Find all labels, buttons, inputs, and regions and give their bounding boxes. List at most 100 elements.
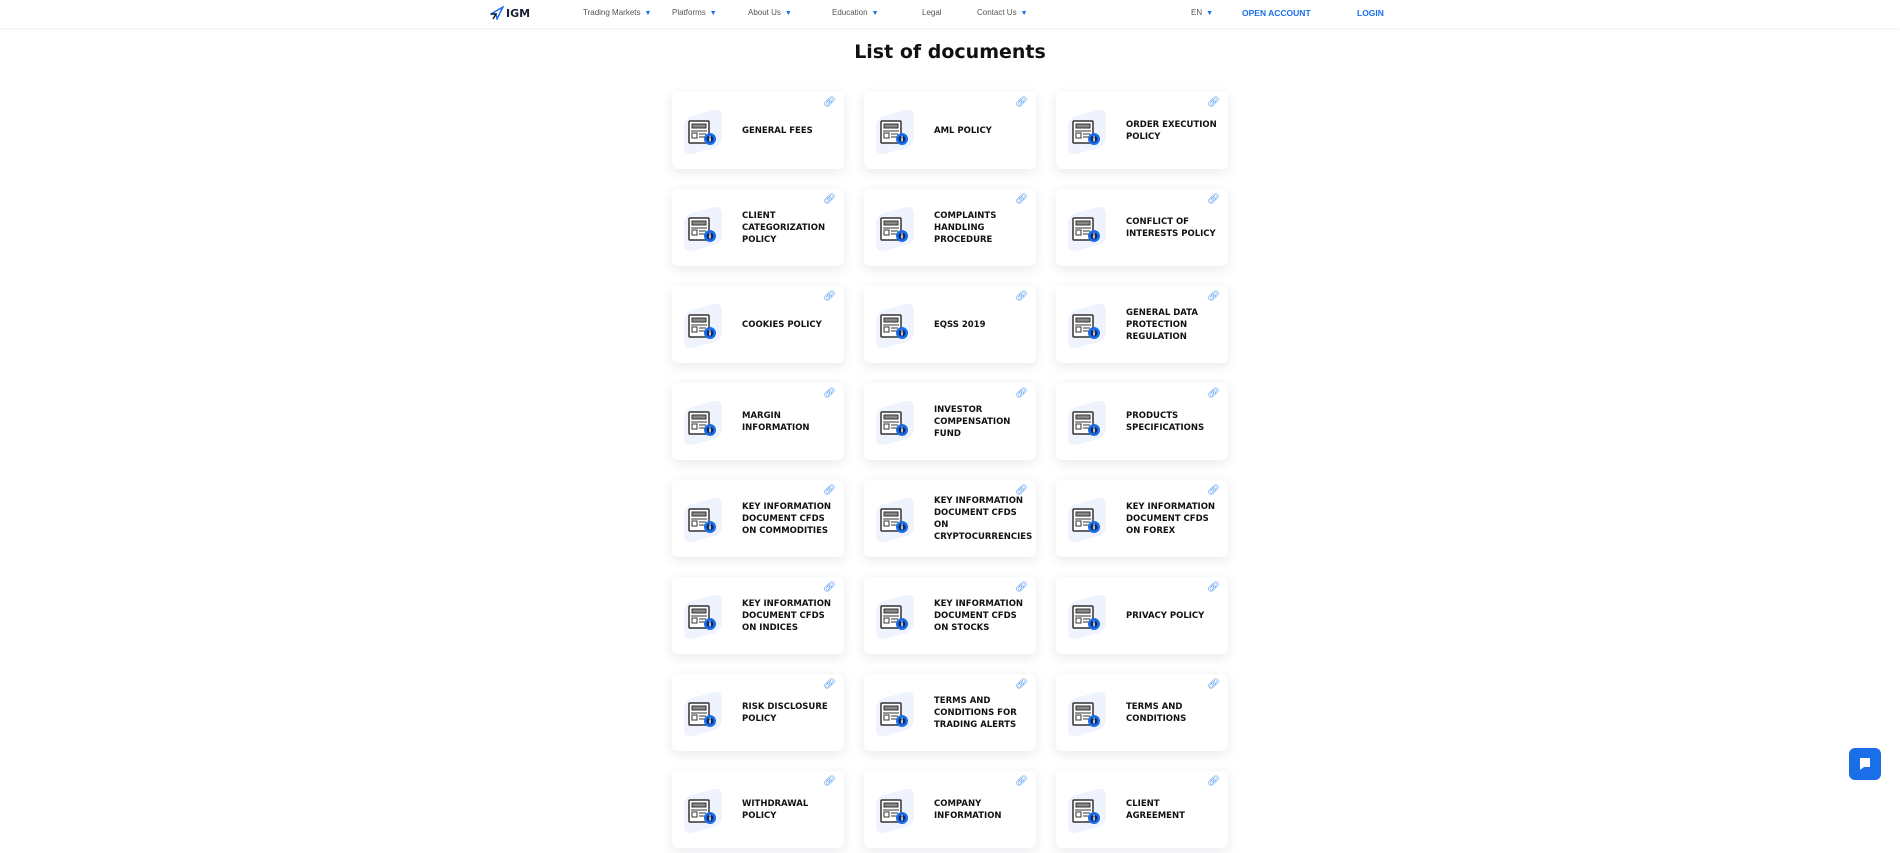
document-title: Margin Information	[742, 410, 810, 433]
link-icon[interactable]: 🔗︎	[823, 679, 836, 690]
document-card[interactable]: Withdrawal Policy 🔗︎	[672, 771, 844, 848]
document-card[interactable]: General fees 🔗︎	[672, 92, 844, 169]
link-icon[interactable]: 🔗︎	[823, 388, 836, 399]
chevron-down-icon: ▼	[1206, 10, 1214, 17]
open-account-link[interactable]: OPEN ACCOUNT	[1242, 8, 1311, 18]
document-icon	[682, 202, 734, 254]
nav-item-label: Platforms	[672, 8, 706, 17]
link-icon[interactable]: 🔗︎	[1015, 776, 1028, 787]
nav-item-legal[interactable]: Legal	[922, 8, 942, 17]
link-icon[interactable]: 🔗︎	[1015, 485, 1028, 496]
document-icon	[1066, 202, 1118, 254]
language-selector[interactable]: EN ▼	[1191, 8, 1213, 17]
nav-item-contact-us[interactable]: Contact Us ▼	[977, 8, 1028, 17]
nav-item-education[interactable]: Education ▼	[832, 8, 879, 17]
document-card[interactable]: Key Information Document CFDs on Stocks 🔗…	[864, 577, 1036, 654]
login-link[interactable]: LOGIN	[1357, 8, 1384, 18]
nav-item-label: Trading Markets	[583, 8, 641, 17]
chat-button[interactable]	[1849, 748, 1881, 780]
nav-item-platforms[interactable]: Platforms ▼	[672, 8, 717, 17]
document-card[interactable]: Client Categorization Policy 🔗︎	[672, 189, 844, 266]
document-title: Terms and Conditions for Trading Alerts	[934, 695, 1017, 730]
chevron-down-icon: ▼	[871, 10, 879, 17]
logo-icon	[490, 6, 504, 20]
document-icon	[682, 493, 734, 545]
document-icon	[1066, 590, 1118, 642]
document-title: Key Information Document CFDs on Indices	[742, 598, 832, 633]
document-card[interactable]: Terms and Conditions 🔗︎	[1056, 674, 1228, 751]
page-title: List of documents	[854, 41, 1046, 63]
link-icon[interactable]: 🔗︎	[1207, 485, 1220, 496]
documents-grid: General fees 🔗︎ AML Policy 🔗︎ Order Executio…	[672, 92, 1228, 848]
link-icon[interactable]: 🔗︎	[823, 291, 836, 302]
nav-item-label: Education	[832, 8, 868, 17]
chevron-down-icon: ▼	[644, 10, 652, 17]
document-icon	[682, 396, 734, 448]
chevron-down-icon: ▼	[709, 10, 717, 17]
link-icon[interactable]: 🔗︎	[1015, 388, 1028, 399]
nav-item-label: Legal	[922, 8, 942, 17]
link-icon[interactable]: 🔗︎	[823, 776, 836, 787]
link-icon[interactable]: 🔗︎	[823, 582, 836, 593]
document-card[interactable]: EQSS 2019 🔗︎	[864, 286, 1036, 363]
document-icon	[874, 105, 926, 157]
link-icon[interactable]: 🔗︎	[1207, 388, 1220, 399]
document-icon	[874, 396, 926, 448]
document-icon	[874, 687, 926, 739]
document-title: Client Agreement	[1126, 798, 1185, 821]
nav-item-about-us[interactable]: About Us ▼	[748, 8, 792, 17]
document-card[interactable]: Key Information Document CFDs on Forex 🔗︎	[1056, 480, 1228, 557]
document-title: Withdrawal Policy	[742, 798, 809, 821]
document-card[interactable]: Key Information Document CFDs on Indices…	[672, 577, 844, 654]
chat-icon	[1858, 758, 1870, 770]
document-card[interactable]: Privacy Policy 🔗︎	[1056, 577, 1228, 654]
link-icon[interactable]: 🔗︎	[1015, 291, 1028, 302]
chevron-down-icon: ▼	[784, 10, 792, 17]
document-card[interactable]: Terms and Conditions for Trading Alerts 🔗…	[864, 674, 1036, 751]
document-card[interactable]: Company Information 🔗︎	[864, 771, 1036, 848]
document-icon	[682, 784, 734, 836]
link-icon[interactable]: 🔗︎	[1207, 291, 1220, 302]
nav-item-trading-markets[interactable]: Trading Markets ▼	[583, 8, 651, 17]
link-icon[interactable]: 🔗︎	[1015, 97, 1028, 108]
document-icon	[1066, 784, 1118, 836]
document-icon	[682, 299, 734, 351]
document-icon	[874, 784, 926, 836]
document-title: Client Categorization Policy	[742, 210, 826, 245]
document-card[interactable]: Investor Compensation Fund 🔗︎	[864, 383, 1036, 460]
link-icon[interactable]: 🔗︎	[1207, 776, 1220, 787]
link-icon[interactable]: 🔗︎	[1015, 679, 1028, 690]
document-icon	[682, 590, 734, 642]
document-icon	[874, 202, 926, 254]
logo[interactable]: IGM	[490, 6, 530, 20]
logo-text: IGM	[506, 6, 531, 20]
link-icon[interactable]: 🔗︎	[1207, 679, 1220, 690]
link-icon[interactable]: 🔗︎	[823, 194, 836, 205]
document-card[interactable]: Products Specifications 🔗︎	[1056, 383, 1228, 460]
document-card[interactable]: Key Information Document CFDs on Cryptoc…	[864, 480, 1036, 557]
link-icon[interactable]: 🔗︎	[1207, 582, 1220, 593]
document-card[interactable]: Client Agreement 🔗︎	[1056, 771, 1228, 848]
document-icon	[874, 299, 926, 351]
document-card[interactable]: Margin Information 🔗︎	[672, 383, 844, 460]
link-icon[interactable]: 🔗︎	[1015, 194, 1028, 205]
document-icon	[1066, 493, 1118, 545]
link-icon[interactable]: 🔗︎	[1207, 97, 1220, 108]
document-title: Terms and Conditions	[1126, 701, 1187, 724]
document-card[interactable]: Order Execution Policy 🔗︎	[1056, 92, 1228, 169]
document-card[interactable]: Cookies Policy 🔗︎	[672, 286, 844, 363]
document-card[interactable]: Complaints Handling Procedure 🔗︎	[864, 189, 1036, 266]
document-card[interactable]: General Data Protection Regulation 🔗︎	[1056, 286, 1228, 363]
document-icon	[1066, 396, 1118, 448]
document-card[interactable]: Key Information Document CFDs on Commodi…	[672, 480, 844, 557]
document-title: Order Execution Policy	[1126, 119, 1217, 142]
document-card[interactable]: Risk Disclosure Policy 🔗︎	[672, 674, 844, 751]
link-icon[interactable]: 🔗︎	[823, 97, 836, 108]
link-icon[interactable]: 🔗︎	[1207, 194, 1220, 205]
link-icon[interactable]: 🔗︎	[1015, 582, 1028, 593]
document-card[interactable]: Conflict of Interests Policy 🔗︎	[1056, 189, 1228, 266]
link-icon[interactable]: 🔗︎	[823, 485, 836, 496]
document-title: Risk Disclosure Policy	[742, 701, 828, 724]
document-card[interactable]: AML Policy 🔗︎	[864, 92, 1036, 169]
document-icon	[874, 590, 926, 642]
